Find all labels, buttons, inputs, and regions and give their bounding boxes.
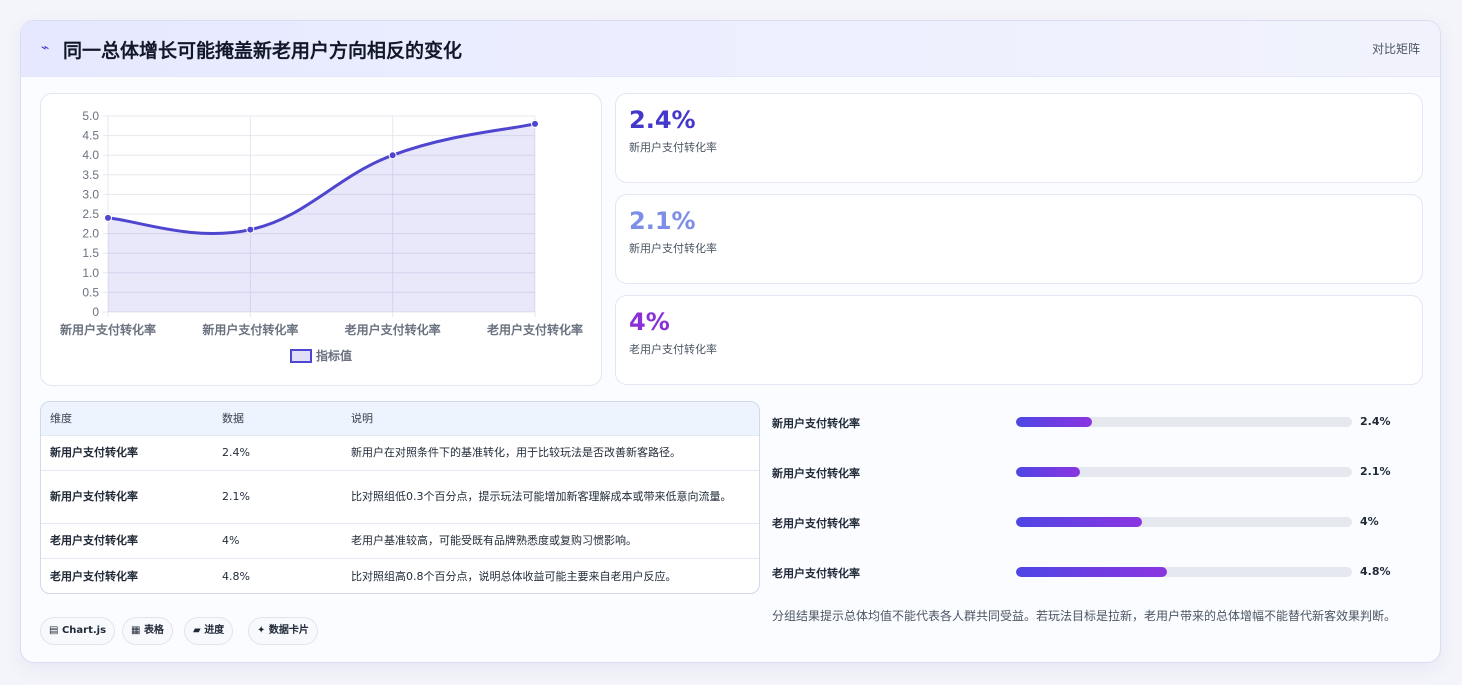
table-cell-dimension: 老用户支付转化率	[41, 522, 213, 558]
tag-label: Chart.js	[61, 625, 107, 636]
table-header-row: 维度 数据 说明	[41, 402, 759, 435]
data-point	[388, 151, 397, 160]
progress-track	[1016, 417, 1352, 427]
dashboard-card: ⌁ 同一总体增长可能掩盖新老用户方向相反的变化 对比矩阵 0 0.5 1.0 1.5 2…	[20, 20, 1441, 663]
line-chart-svg: 0 0.5 1.0 1.5 2.0 2.5 3.0 3.5 4.0 4.5 5.0 新用户支付转化率 新…	[60, 109, 583, 363]
progress-icon: ▰	[193, 625, 201, 636]
table-cell-description: 新用户在对照条件下的基准转化，用于比较玩法是否改善新客路径。	[342, 434, 759, 470]
progress-track	[1016, 567, 1352, 577]
summary-note: 分组结果提示总体均值不能代表各人群共同受益。若玩法目标是拉新，老用户带来的总体增…	[772, 609, 1397, 623]
table-header-cell: 维度	[50, 412, 72, 426]
y-tick-label: 2.0	[82, 227, 99, 241]
progress-value: 2.1%	[1360, 465, 1391, 478]
y-tick-label: 1.0	[82, 266, 99, 280]
kpi-card: 2.1% 新用户支付转化率	[615, 194, 1423, 284]
x-tick-label: 老用户支付转化率	[487, 322, 583, 337]
tag-chartjs[interactable]: ▤ Chart.js	[40, 617, 116, 645]
table-cell-description: 比对照组高0.8个百分点，说明总体收益可能主要来自老用户反应。	[342, 557, 759, 593]
kpi-card: 4% 老用户支付转化率	[615, 295, 1423, 385]
progress-value: 2.4%	[1360, 415, 1391, 428]
trend-line-icon: ⌁	[41, 40, 50, 56]
y-tick-label: 2.5	[82, 207, 99, 221]
tag-data-card[interactable]: ✦ 数据卡片	[248, 617, 318, 645]
progress-row: 新用户支付转化率 2.4%	[772, 412, 1422, 432]
y-tick-label: 1.5	[82, 246, 99, 260]
progress-label: 老用户支付转化率	[772, 517, 860, 530]
data-point	[104, 213, 112, 222]
table-header-cell: 数据	[222, 412, 244, 426]
table-cell-data: 2.4%	[213, 434, 342, 470]
tag-label: 进度	[204, 625, 225, 636]
kpi-label: 新用户支付转化率	[629, 242, 717, 255]
legend-swatch	[290, 349, 312, 363]
tag-label: 数据卡片	[268, 625, 309, 636]
kpi-value: 4%	[629, 308, 670, 336]
x-tick-label: 新用户支付转化率	[202, 322, 298, 337]
card-header: ⌁ 同一总体增长可能掩盖新老用户方向相反的变化 对比矩阵	[21, 21, 1440, 77]
y-tick-label: 3.5	[82, 168, 99, 182]
series-area	[108, 123, 535, 312]
table-cell-data: 2.1%	[213, 469, 342, 523]
card-icon: ✦	[257, 625, 266, 636]
tag-table[interactable]: ▦ 表格	[122, 617, 173, 645]
progress-value: 4.8%	[1360, 565, 1391, 578]
kpi-label: 新用户支付转化率	[629, 141, 717, 154]
y-tick-label: 4.5	[82, 129, 99, 143]
progress-track	[1016, 467, 1352, 477]
page-title: 同一总体增长可能掩盖新老用户方向相反的变化	[63, 40, 463, 62]
table-row: 老用户支付转化率 4.8% 比对照组高0.8个百分点，说明总体收益可能主要来自老…	[41, 557, 759, 593]
data-point	[246, 225, 255, 234]
legend-label: 指标值	[316, 348, 352, 363]
progress-label: 新用户支付转化率	[772, 467, 860, 480]
y-tick-label: 0.5	[82, 285, 99, 299]
y-tick-label: 4.0	[82, 148, 99, 162]
progress-value: 4%	[1360, 515, 1379, 528]
chart-icon: ▤	[49, 625, 59, 636]
progress-label: 老用户支付转化率	[772, 567, 860, 580]
progress-label: 新用户支付转化率	[772, 417, 860, 430]
progress-fill	[1016, 417, 1092, 427]
progress-row: 老用户支付转化率 4.8%	[772, 562, 1422, 582]
table-cell-data: 4%	[213, 522, 342, 558]
x-tick-label: 老用户支付转化率	[345, 322, 441, 337]
y-tick-label: 0	[92, 305, 99, 319]
table-cell-description: 老用户基准较高，可能受既有品牌熟悉度或复购习惯影响。	[342, 522, 759, 558]
progress-fill	[1016, 517, 1142, 527]
table-cell-description: 比对照组低0.3个百分点，提示玩法可能增加新客理解成本或带来低意向流量。	[342, 469, 759, 523]
table-cell-dimension: 新用户支付转化率	[41, 434, 213, 470]
table-row: 老用户支付转化率 4% 老用户基准较高，可能受既有品牌熟悉度或复购习惯影响。	[41, 522, 759, 558]
tag-progress[interactable]: ▰ 进度	[184, 617, 234, 645]
kpi-value: 2.4%	[629, 106, 696, 134]
table-icon: ▦	[131, 625, 141, 636]
kpi-label: 老用户支付转化率	[629, 343, 717, 356]
y-tick-label: 5.0	[82, 109, 99, 123]
progress-fill	[1016, 467, 1080, 477]
progress-track	[1016, 517, 1352, 527]
x-tick-label: 新用户支付转化率	[60, 322, 156, 337]
progress-row: 老用户支付转化率 4%	[772, 512, 1422, 532]
data-table: 维度 数据 说明 新用户支付转化率 2.4% 新用户在对照条件下的基准转化，用于…	[40, 401, 760, 594]
progress-fill	[1016, 567, 1168, 577]
table-row: 新用户支付转化率 2.1% 比对照组低0.3个百分点，提示玩法可能增加新客理解成…	[41, 469, 759, 523]
kpi-value: 2.1%	[629, 207, 696, 235]
kpi-card: 2.4% 新用户支付转化率	[615, 93, 1423, 183]
table-header-cell: 说明	[351, 412, 373, 426]
table-cell-dimension: 新用户支付转化率	[41, 469, 213, 523]
y-tick-label: 3.0	[82, 187, 99, 201]
tag-label: 表格	[143, 625, 164, 636]
progress-row: 新用户支付转化率 2.1%	[772, 462, 1422, 482]
table-row: 新用户支付转化率 2.4% 新用户在对照条件下的基准转化，用于比较玩法是否改善新…	[41, 434, 759, 470]
table-cell-data: 4.8%	[213, 557, 342, 593]
line-chart: 0 0.5 1.0 1.5 2.0 2.5 3.0 3.5 4.0 4.5 5.0 新用户支付转化率 新…	[40, 93, 602, 386]
table-cell-dimension: 老用户支付转化率	[41, 557, 213, 593]
header-right-label: 对比矩阵	[1371, 42, 1420, 56]
data-point	[531, 119, 539, 128]
